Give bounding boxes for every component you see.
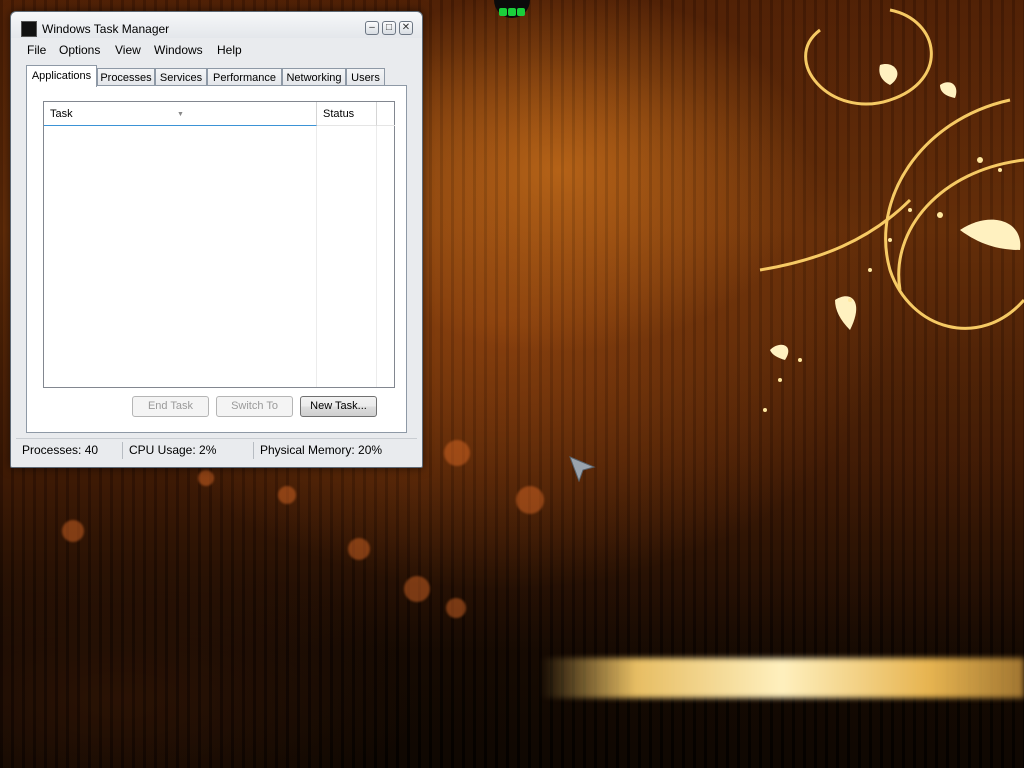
menu-help[interactable]: Help (217, 43, 242, 57)
sort-arrow-icon: ▼ (177, 111, 184, 118)
applications-panel: Task ▼ Status End Task Switch To New Tas… (26, 85, 407, 433)
status-bar: Processes: 40 CPU Usage: 2% Physical Mem… (16, 438, 417, 461)
close-button[interactable]: ✕ (399, 21, 413, 35)
column-header-label: Task (50, 108, 73, 120)
menu-windows[interactable]: Windows (154, 43, 203, 57)
bokeh-dot (278, 486, 296, 504)
status-physical-memory: Physical Memory: 20% (260, 443, 383, 457)
tab-performance[interactable]: Performance (207, 68, 282, 86)
desktop-top-indicator (494, 0, 530, 18)
task-manager-window[interactable]: Windows Task Manager – □ ✕ File Options … (10, 11, 423, 468)
bokeh-dot (348, 538, 370, 560)
indicator-light (508, 8, 516, 16)
minimize-button[interactable]: – (365, 21, 379, 35)
status-processes: Processes: 40 (22, 443, 99, 457)
menu-bar: File Options View Windows Help (11, 41, 422, 59)
column-divider (316, 126, 317, 387)
bokeh-dot (444, 440, 470, 466)
status-cpu-usage: CPU Usage: 2% (129, 443, 217, 457)
menu-file[interactable]: File (27, 43, 46, 57)
arrow-cursor-icon (569, 456, 596, 482)
switch-to-button[interactable]: Switch To (216, 396, 293, 417)
tab-users[interactable]: Users (346, 68, 385, 86)
bokeh-dot (516, 486, 544, 514)
end-task-button[interactable]: End Task (132, 396, 209, 417)
bokeh-dot (446, 598, 466, 618)
wallpaper-light-streak (540, 658, 1024, 698)
maximize-button[interactable]: □ (382, 21, 396, 35)
indicator-light (499, 8, 507, 16)
column-divider (376, 126, 377, 387)
column-header-task[interactable]: Task ▼ (44, 102, 317, 126)
tab-networking[interactable]: Networking (282, 68, 346, 86)
menu-view[interactable]: View (115, 43, 141, 57)
bokeh-dot (62, 520, 84, 542)
tab-processes[interactable]: Processes (97, 68, 155, 86)
column-header-filler (377, 102, 395, 126)
tab-applications[interactable]: Applications (26, 65, 97, 87)
menu-options[interactable]: Options (59, 43, 100, 57)
title-bar[interactable]: Windows Task Manager – □ ✕ (11, 12, 422, 38)
indicator-light (517, 8, 525, 16)
golden-swirl-ornament (759, 8, 1024, 412)
new-task-button[interactable]: New Task... (300, 396, 377, 417)
bokeh-dot (198, 470, 214, 486)
bokeh-dot (404, 576, 430, 602)
tab-services[interactable]: Services (155, 68, 207, 86)
column-header-status[interactable]: Status (317, 102, 377, 126)
task-list[interactable]: Task ▼ Status (43, 101, 395, 388)
task-manager-icon (21, 21, 37, 37)
window-title: Windows Task Manager (42, 22, 170, 36)
